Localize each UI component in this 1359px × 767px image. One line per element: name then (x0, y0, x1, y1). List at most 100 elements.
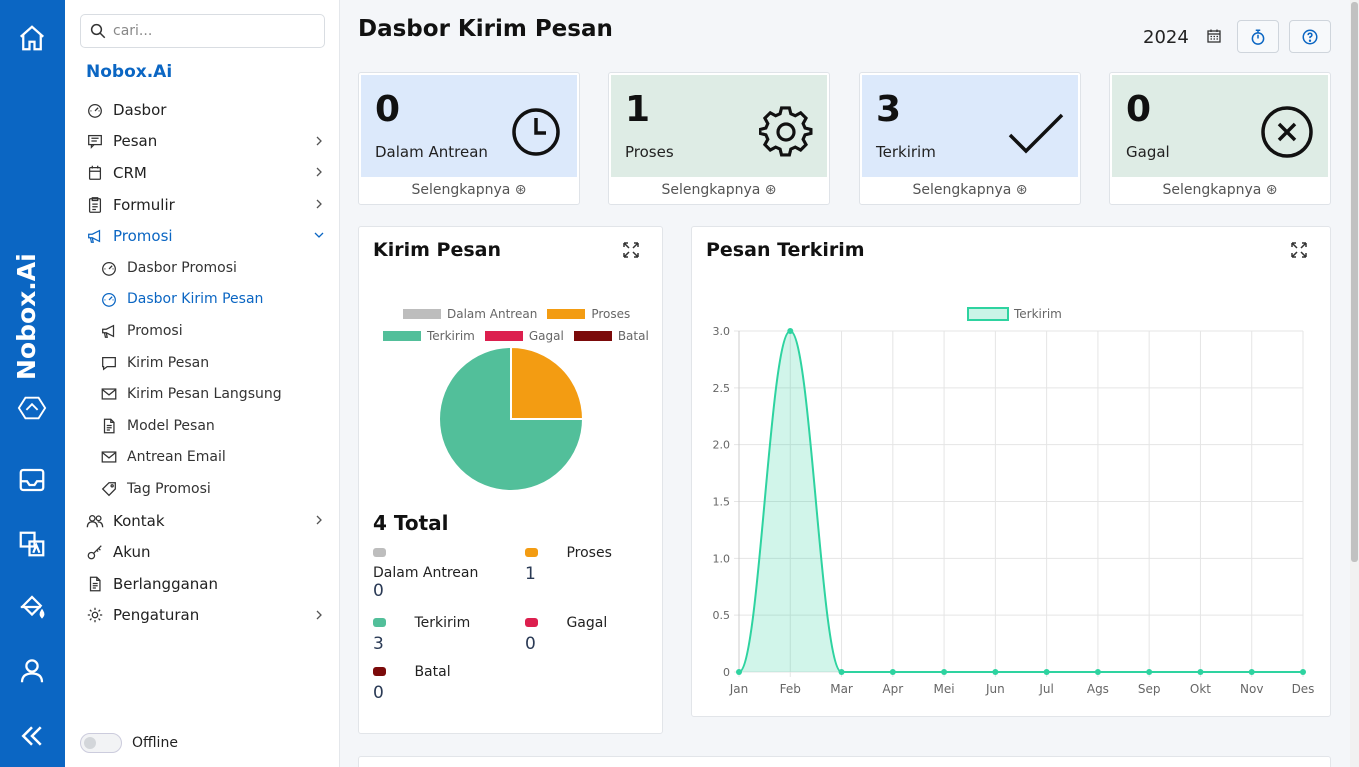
offline-label: Offline (132, 735, 178, 751)
summary-value: 0 (373, 581, 384, 601)
sidebar-item-akun[interactable]: Akun (65, 536, 340, 568)
summary-label: Dalam Antrean (373, 565, 479, 581)
sidebar-item-label: Tag Promosi (127, 480, 211, 497)
data-point-ags[interactable] (1094, 669, 1101, 675)
home-icon[interactable] (16, 22, 48, 54)
sidebar-item-antrean-email[interactable]: Antrean Email (65, 442, 340, 474)
user-icon[interactable] (16, 655, 48, 687)
legend-label: Dalam Antrean (447, 307, 538, 321)
more-link[interactable]: Selengkapnya ⊛ (359, 182, 579, 198)
y-tick-label: 3.0 (713, 325, 731, 338)
stat-card-body: 3 Terkirim (862, 75, 1078, 177)
sidebar-item-pengaturan[interactable]: Pengaturan (65, 600, 340, 632)
sidebar-brand: Nobox.Ai (86, 62, 173, 82)
users-icon (85, 511, 105, 531)
area-legend-item[interactable]: Terkirim (967, 307, 1062, 321)
sidebar-item-formulir[interactable]: Formulir (65, 189, 340, 221)
sidebar-item-crm[interactable]: CRM (65, 157, 340, 189)
x-tick-label: Jul (1038, 682, 1053, 696)
summary-value: 1 (525, 564, 536, 584)
pie-legend-item[interactable]: Terkirim (383, 329, 475, 343)
pie-legend-item[interactable]: Gagal (484, 329, 564, 343)
y-tick-label: 1.5 (713, 496, 731, 509)
legend-label: Gagal (528, 329, 564, 343)
area-chart: Terkirim Jan Feb Mar Apr Mei Jun Jul Ags Sep Okt No… (713, 307, 1314, 696)
x-circle-icon (1261, 106, 1313, 158)
sidebar-item-kirim-pesan[interactable]: Kirim Pesan (65, 347, 340, 379)
x-tick-label: Jan (729, 682, 749, 696)
pie-legend-item[interactable]: Proses (547, 307, 630, 321)
help-button[interactable] (1289, 20, 1331, 53)
translate-icon[interactable] (16, 528, 48, 560)
summary-value: 3 (373, 634, 384, 654)
data-point-jul[interactable] (1043, 669, 1050, 675)
expand-icon[interactable] (1290, 241, 1308, 259)
arrow-circle-right-icon: ⊛ (764, 182, 777, 198)
search-box[interactable] (80, 14, 325, 48)
sidebar-item-promosi[interactable]: Promosi (65, 220, 340, 252)
sidebar-item-label: Model Pesan (127, 417, 215, 434)
sidebar-item-label: Kirim Pesan Langsung (127, 386, 282, 403)
color-dot (373, 548, 386, 557)
sidebar-item-model-pesan[interactable]: Model Pesan (65, 410, 340, 442)
collapse-icon[interactable] (16, 720, 48, 752)
calendar-icon[interactable] (1206, 28, 1222, 44)
summary-item-dalam-antrean: Dalam Antrean 0 (373, 545, 478, 601)
chevron-right-icon (316, 610, 322, 619)
data-point-mei[interactable] (941, 669, 948, 675)
y-tick-label: 2.0 (713, 439, 731, 452)
offline-toggle[interactable] (80, 733, 122, 753)
data-point-feb[interactable] (787, 328, 794, 334)
legend-label: Terkirim (1013, 307, 1062, 321)
expand-icon[interactable] (622, 241, 640, 259)
data-point-sep[interactable] (1146, 669, 1153, 675)
data-point-mar[interactable] (838, 669, 845, 675)
offline-toggle-row: Offline (80, 733, 178, 753)
legend-label: Terkirim (427, 329, 475, 343)
summary-value: 0 (525, 634, 536, 654)
calendar-icon (85, 163, 105, 183)
data-point-des[interactable] (1300, 669, 1306, 675)
scrollbar-thumb[interactable] (1351, 2, 1358, 562)
data-point-okt[interactable] (1197, 669, 1204, 675)
x-tick-label: Feb (780, 682, 801, 696)
pie-legend-item[interactable]: Dalam Antrean (403, 307, 537, 321)
sidebar-item-dasbor-kirim-pesan[interactable]: Dasbor Kirim Pesan (65, 284, 340, 316)
inbox-icon[interactable] (16, 464, 48, 496)
data-point-nov[interactable] (1248, 669, 1255, 675)
card-title: Pesan Terkirim (706, 239, 865, 261)
timer-button[interactable] (1237, 20, 1279, 53)
stat-card-proses: 1 Proses Selengkapnya ⊛ (608, 72, 830, 205)
sidebar-item-kontak[interactable]: Kontak (65, 505, 340, 537)
gear-icon (85, 605, 105, 625)
sidebar-item-tag-promosi[interactable]: Tag Promosi (65, 473, 340, 505)
pie-slice-proses[interactable] (510, 347, 585, 420)
summary-item-batal: Batal 0 (373, 664, 451, 703)
sidebar-item-pesan[interactable]: Pesan (65, 126, 340, 158)
summary-value: 0 (373, 683, 384, 703)
sidebar-item-berlangganan[interactable]: Berlangganan (65, 568, 340, 600)
year-value[interactable]: 2024 (1143, 27, 1189, 48)
page-scrollbar[interactable] (1350, 0, 1359, 767)
sidebar-item-kirim-pesan-langsung[interactable]: Kirim Pesan Langsung (65, 378, 340, 410)
left-rail: Nobox.Ai (0, 0, 65, 767)
x-tick-label: Nov (1240, 682, 1263, 696)
summary-label: Terkirim (414, 615, 471, 631)
arrow-circle-right-icon: ⊛ (1265, 182, 1278, 198)
pie-legend-item[interactable]: Batal (573, 329, 649, 343)
data-point-apr[interactable] (889, 669, 896, 675)
data-point-jun[interactable] (992, 669, 999, 675)
data-point-jan[interactable] (736, 669, 742, 675)
summary-item-terkirim: Terkirim 3 (373, 615, 470, 654)
chevron-right-icon (316, 199, 322, 209)
page-title: Dasbor Kirim Pesan (358, 16, 613, 42)
search-input[interactable] (113, 23, 313, 39)
sidebar-item-dasbor[interactable]: Dasbor (65, 94, 340, 126)
sidebar-menu: Dasbor Pesan CRM Formulir Promosi Dasbor Prom… (65, 94, 340, 631)
more-link[interactable]: Selengkapnya ⊛ (860, 182, 1080, 198)
more-link[interactable]: Selengkapnya ⊛ (1110, 182, 1330, 198)
more-link[interactable]: Selengkapnya ⊛ (609, 182, 829, 198)
sidebar-item-promosi[interactable]: Promosi (65, 315, 340, 347)
sidebar-item-dasbor-promosi[interactable]: Dasbor Promosi (65, 252, 340, 284)
paint-bucket-icon[interactable] (16, 591, 48, 623)
